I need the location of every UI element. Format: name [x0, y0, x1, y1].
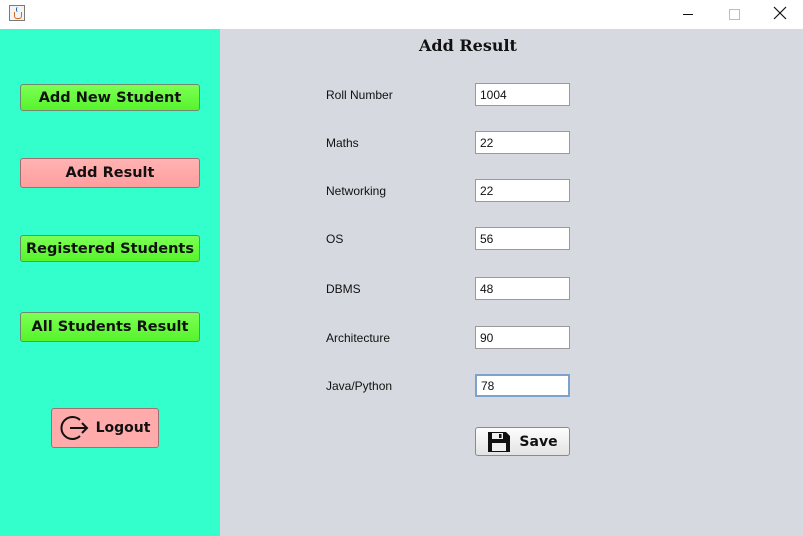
java-python-label: Java/Python [326, 379, 393, 393]
logout-button[interactable]: Logout [51, 408, 159, 448]
save-button[interactable]: Save [475, 427, 570, 456]
all-students-result-label: All Students Result [31, 319, 189, 335]
maths-input[interactable] [475, 131, 570, 154]
networking-label: Networking [326, 184, 387, 198]
add-new-student-label: Add New Student [38, 89, 182, 106]
add-result-label: Add Result [65, 165, 155, 181]
close-icon [773, 6, 787, 20]
registered-students-button[interactable]: Registered Students [20, 235, 200, 262]
minimize-button[interactable] [665, 0, 711, 29]
logout-icon [60, 416, 88, 440]
add-result-button[interactable]: Add Result [20, 158, 200, 188]
close-button[interactable] [757, 0, 803, 29]
registered-students-label: Registered Students [26, 240, 194, 257]
java-cup-icon [9, 5, 25, 21]
all-students-result-button[interactable]: All Students Result [20, 312, 200, 342]
java-python-input[interactable] [475, 374, 570, 397]
dbms-label: DBMS [326, 282, 361, 296]
maths-label: Maths [326, 136, 359, 150]
save-label: Save [519, 433, 558, 450]
architecture-label: Architecture [326, 331, 391, 345]
title-bar [0, 0, 803, 29]
add-new-student-button[interactable]: Add New Student [20, 84, 200, 111]
dbms-input[interactable] [475, 277, 570, 300]
architecture-input[interactable] [475, 326, 570, 349]
roll-number-input[interactable] [475, 83, 570, 106]
page-title: Add Result [419, 36, 517, 55]
floppy-disk-icon [488, 431, 511, 452]
maximize-button[interactable] [711, 0, 757, 29]
networking-input[interactable] [475, 179, 570, 202]
roll-number-label: Roll Number [326, 88, 393, 102]
maximize-icon [729, 9, 740, 20]
minimize-icon [683, 14, 693, 15]
os-label: OS [326, 232, 344, 246]
logout-label: Logout [95, 420, 151, 436]
os-input[interactable] [475, 227, 570, 250]
